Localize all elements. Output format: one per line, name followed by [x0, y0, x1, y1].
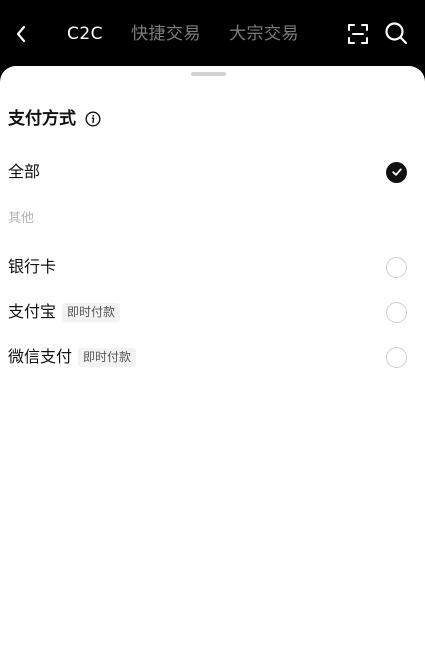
option-all-label: 全部 [8, 162, 41, 181]
option-alipay-label: 支付宝 [8, 302, 57, 321]
scan-button[interactable] [346, 22, 370, 46]
back-button[interactable] [10, 22, 32, 46]
tab-quick-trade[interactable]: 快捷交易 [131, 22, 201, 46]
top-nav-bar: C2C 快捷交易 大宗交易 [0, 0, 425, 72]
radio-unchecked[interactable] [386, 256, 407, 278]
payment-method-sheet: 支付方式 全部 其他 银行卡 支付宝 即时付款 微信支付 即时付款 [0, 66, 425, 658]
section-label-other: 其他 [8, 211, 35, 226]
sheet-title-text: 支付方式 [8, 109, 76, 129]
tab-block-trade[interactable]: 大宗交易 [229, 22, 299, 46]
sheet-title: 支付方式 [8, 107, 101, 131]
option-alipay[interactable]: 支付宝 即时付款 [0, 292, 425, 332]
checkmark-icon [391, 168, 402, 176]
option-wechat-pay-label: 微信支付 [8, 347, 73, 366]
scan-icon [348, 24, 368, 44]
option-bank-card[interactable]: 银行卡 [0, 247, 425, 287]
tab-c2c[interactable]: C2C [67, 22, 103, 46]
search-icon [385, 22, 408, 45]
instant-payment-badge: 即时付款 [62, 302, 121, 322]
option-wechat-pay[interactable]: 微信支付 即时付款 [0, 337, 425, 377]
sheet-drag-handle[interactable] [191, 72, 226, 76]
radio-checked[interactable] [386, 161, 407, 183]
option-all[interactable]: 全部 [0, 152, 425, 192]
info-icon[interactable] [85, 111, 101, 127]
chevron-left-icon [16, 25, 26, 43]
trade-tabs: C2C 快捷交易 大宗交易 [67, 22, 299, 46]
radio-unchecked[interactable] [386, 301, 407, 323]
radio-unchecked[interactable] [386, 346, 407, 368]
instant-payment-badge: 即时付款 [78, 347, 137, 367]
option-bank-card-label: 银行卡 [8, 257, 57, 276]
search-button[interactable] [384, 21, 408, 45]
